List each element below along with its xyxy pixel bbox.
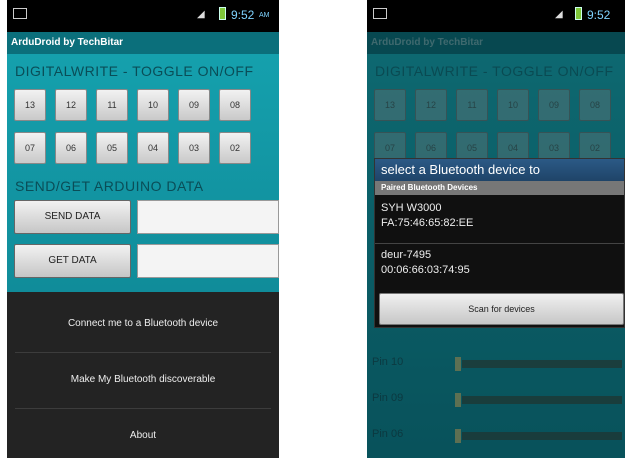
device-address: FA:75:46:65:82:EE bbox=[381, 217, 474, 229]
notification-icon bbox=[373, 8, 387, 19]
pin-button-10[interactable]: 10 bbox=[137, 89, 169, 121]
device-divider bbox=[375, 243, 624, 244]
battery-icon bbox=[219, 7, 226, 20]
status-bar: ◢ 9:52 bbox=[367, 0, 625, 32]
pin-button-04[interactable]: 04 bbox=[137, 132, 169, 164]
device-name: deur-7495 bbox=[381, 249, 432, 261]
pin-button-06[interactable]: 06 bbox=[55, 132, 87, 164]
battery-icon bbox=[575, 7, 582, 20]
signal-icon: ◢ bbox=[197, 9, 205, 20]
scan-for-devices-button[interactable]: Scan for devices bbox=[379, 293, 624, 325]
get-data-button[interactable]: GET DATA bbox=[14, 244, 131, 278]
send-data-button[interactable]: SEND DATA bbox=[14, 200, 131, 234]
menu-item-connect[interactable]: Connect me to a Bluetooth device bbox=[7, 296, 279, 352]
left-phone-screen: ◢ 9:52 AM ArduDroid by TechBitar DIGITAL… bbox=[7, 0, 279, 458]
pin-button-13[interactable]: 13 bbox=[14, 89, 46, 121]
device-item[interactable]: deur-7495 00:06:66:03:74:95 bbox=[375, 248, 624, 292]
device-address: 00:06:66:03:74:95 bbox=[381, 264, 470, 276]
pin-button-12[interactable]: 12 bbox=[55, 89, 87, 121]
clock-suffix: AM bbox=[259, 12, 270, 19]
dialog-title: select a Bluetooth device to bbox=[375, 159, 624, 181]
digitalwrite-title: DIGITALWRITE - TOGGLE ON/OFF bbox=[15, 63, 254, 79]
menu-item-discoverable[interactable]: Make My Bluetooth discoverable bbox=[7, 352, 279, 408]
pin-button-11[interactable]: 11 bbox=[96, 89, 128, 121]
pin-button-08[interactable]: 08 bbox=[219, 89, 251, 121]
pin-button-05[interactable]: 05 bbox=[96, 132, 128, 164]
notification-icon bbox=[13, 8, 27, 19]
clock: 9:52 bbox=[587, 8, 611, 22]
device-name: SYH W3000 bbox=[381, 202, 442, 214]
dialog-subtitle: Paired Bluetooth Devices bbox=[375, 181, 624, 195]
send-get-title: SEND/GET ARDUINO DATA bbox=[15, 178, 204, 194]
app-title-bar: ArduDroid by TechBitar bbox=[7, 32, 279, 54]
status-bar: ◢ 9:52 AM bbox=[7, 0, 279, 32]
pin-button-07[interactable]: 07 bbox=[14, 132, 46, 164]
bluetooth-device-dialog: select a Bluetooth device to Paired Blue… bbox=[374, 158, 625, 328]
get-data-field[interactable] bbox=[137, 244, 279, 278]
options-menu: Connect me to a Bluetooth device Make My… bbox=[7, 292, 279, 458]
pin-button-03[interactable]: 03 bbox=[178, 132, 210, 164]
send-data-field[interactable] bbox=[137, 200, 279, 234]
pin-button-02[interactable]: 02 bbox=[219, 132, 251, 164]
signal-icon: ◢ bbox=[555, 9, 563, 20]
clock: 9:52 bbox=[231, 8, 255, 22]
pin-button-09[interactable]: 09 bbox=[178, 89, 210, 121]
menu-item-about[interactable]: About bbox=[7, 408, 279, 458]
device-item[interactable]: SYH W3000 FA:75:46:65:82:EE bbox=[375, 201, 624, 245]
right-phone-screen: ◢ 9:52 ArduDroid by TechBitar DIGITALWRI… bbox=[367, 0, 625, 458]
